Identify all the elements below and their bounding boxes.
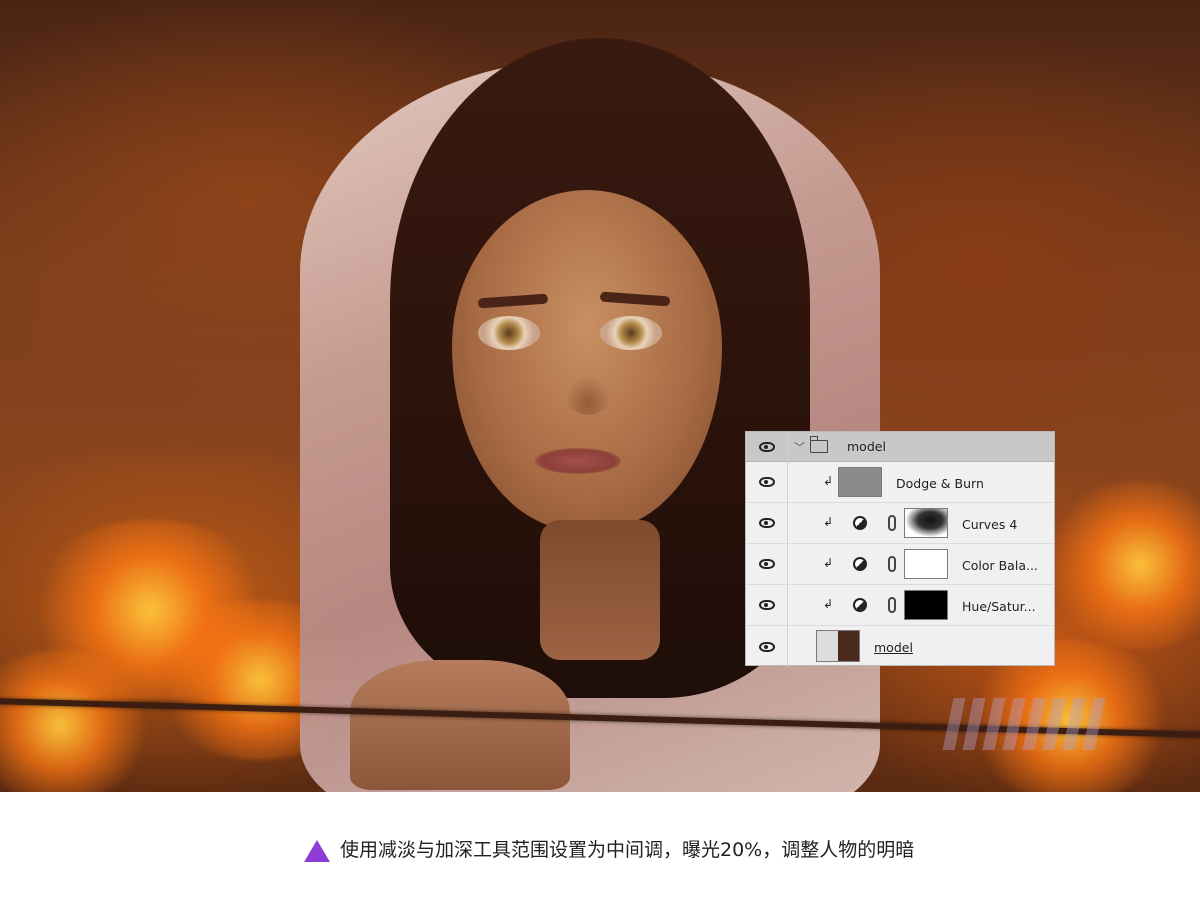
clipping-mask-icon: ↲ <box>823 597 834 611</box>
visibility-toggle[interactable] <box>746 544 788 584</box>
hands <box>350 660 570 790</box>
neck <box>540 520 660 660</box>
layer-name: Color Bala... <box>962 558 1038 573</box>
eye-icon <box>758 600 775 610</box>
visibility-toggle[interactable] <box>746 626 788 667</box>
eye-icon <box>758 518 775 528</box>
adjustment-layer-icon <box>853 516 867 530</box>
visibility-toggle[interactable] <box>746 503 788 543</box>
clipping-mask-icon: ↲ <box>823 556 834 570</box>
eye-icon <box>758 641 775 652</box>
right-eye <box>600 316 662 350</box>
layer-row[interactable]: ↲ Hue/Satur... <box>746 585 1054 626</box>
visibility-toggle[interactable] <box>746 432 788 461</box>
link-icon <box>888 556 896 572</box>
smart-object-thumbnail <box>816 630 860 662</box>
layer-row[interactable]: ↲ Color Bala... <box>746 544 1054 585</box>
layer-row-group[interactable]: ﹀ model <box>746 432 1054 462</box>
nose <box>565 375 611 415</box>
layer-name: Hue/Satur... <box>962 599 1036 614</box>
layer-name: Curves 4 <box>962 517 1018 532</box>
layer-mask-thumbnail <box>904 508 948 538</box>
folder-icon <box>809 436 828 453</box>
eye-icon <box>758 559 775 569</box>
caption-text: 使用减淡与加深工具范围设置为中间调，曝光20%，调整人物的明暗 <box>340 839 915 861</box>
layer-name: Dodge & Burn <box>896 476 984 491</box>
visibility-toggle[interactable] <box>746 585 788 625</box>
layer-mask-thumbnail <box>904 549 948 579</box>
clipping-mask-icon: ↲ <box>823 515 834 529</box>
chevron-down-icon[interactable]: ﹀ <box>794 439 805 455</box>
link-icon <box>888 597 896 613</box>
layer-row[interactable]: ↲ Curves 4 <box>746 503 1054 544</box>
link-icon <box>888 515 896 531</box>
fire-glow <box>1040 480 1200 650</box>
eye-icon <box>758 441 775 452</box>
layer-thumbnail <box>838 467 882 497</box>
visibility-toggle[interactable] <box>746 462 788 502</box>
layer-name: model <box>847 439 886 454</box>
layers-panel: ﹀ model ↲ Dodge & Burn ↲ Curves 4 ↲ Colo… <box>745 431 1055 667</box>
layer-row[interactable]: model <box>746 626 1054 667</box>
adjustment-layer-icon <box>853 557 867 571</box>
mouth <box>535 448 621 474</box>
layer-mask-thumbnail <box>904 590 948 620</box>
eye-icon <box>758 477 775 487</box>
watermark-logo <box>942 698 1114 750</box>
layer-name: model <box>874 640 913 655</box>
left-eye <box>478 316 540 350</box>
adjustment-layer-icon <box>853 598 867 612</box>
layer-row[interactable]: ↲ Dodge & Burn <box>746 462 1054 503</box>
clipping-mask-icon: ↲ <box>823 474 834 488</box>
face <box>452 190 722 530</box>
portrait-photo <box>0 0 1200 792</box>
triangle-marker-icon <box>304 840 330 862</box>
